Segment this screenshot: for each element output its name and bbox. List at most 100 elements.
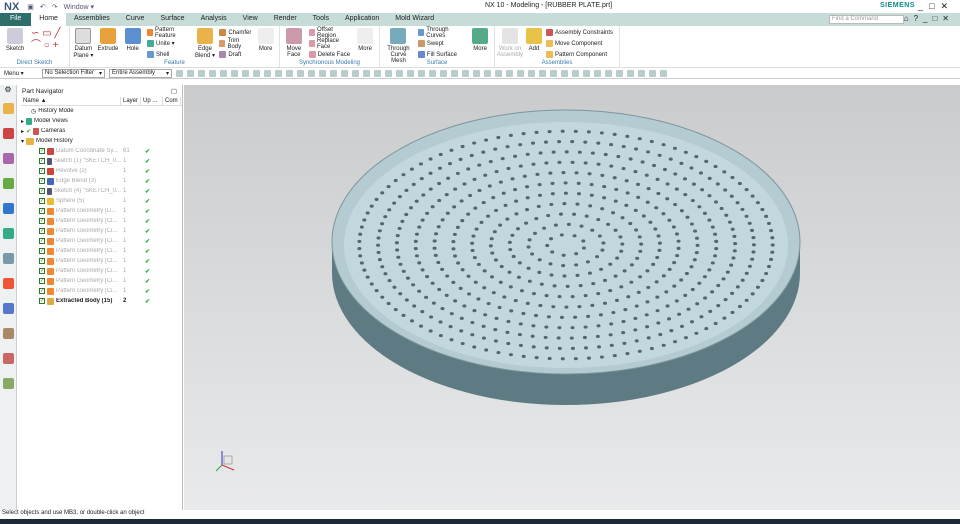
feature-row[interactable]: ✓ Pattern Geometry [Li... 1 ✔ [21, 206, 182, 216]
find-command-input[interactable]: Find a Command [829, 15, 904, 24]
checkbox[interactable]: ✓ [39, 148, 45, 154]
toolbar-tool-icon[interactable] [517, 69, 524, 77]
feature-row[interactable]: ✓ Edge Blend (3) 1 ✔ [21, 176, 182, 186]
toolbar-tool-icon[interactable] [539, 69, 546, 77]
feature-row[interactable]: ✓ Sketch (1) "SKETCH_0... 1 ✔ [21, 156, 182, 166]
window-menu[interactable]: Window ▾ [64, 3, 94, 11]
toolbar-tool-icon[interactable] [561, 69, 568, 77]
tab-surface[interactable]: Surface [152, 13, 192, 26]
window-controls[interactable]: _□✕ [918, 1, 954, 12]
collapse-icon[interactable]: ▾ [21, 138, 24, 145]
toolbar-tool-icon[interactable] [220, 69, 227, 77]
fill-surface-button[interactable]: Fill Surface [417, 50, 465, 59]
toolbar-tool-icon[interactable] [429, 69, 436, 77]
tab-curve[interactable]: Curve [118, 13, 153, 26]
checkbox[interactable]: ✓ [39, 278, 45, 284]
tab-view[interactable]: View [235, 13, 266, 26]
toolbar-tool-icon[interactable] [572, 69, 579, 77]
checkbox[interactable]: ✓ [39, 228, 45, 234]
column-comment[interactable]: Com [163, 97, 181, 105]
feature-row[interactable]: ✓ Sphere (5) 1 ✔ [21, 196, 182, 206]
toolbar-tool-icon[interactable] [264, 69, 271, 77]
toolbar-tool-icon[interactable] [407, 69, 414, 77]
pattern-component-button[interactable]: Pattern Component [546, 50, 613, 59]
column-layer[interactable]: Layer [121, 97, 141, 105]
toolbar-tool-icon[interactable] [495, 69, 502, 77]
reuse-library-icon[interactable] [3, 178, 14, 189]
tab-render[interactable]: Render [266, 13, 305, 26]
chamfer-button[interactable]: Chamfer [219, 28, 251, 37]
toolbar-tool-icon[interactable] [638, 69, 645, 77]
toolbar-tool-icon[interactable] [275, 69, 282, 77]
feature-row[interactable]: ✓ Datum Coordinate Sy... 61 ✔ [21, 146, 182, 156]
redo-icon[interactable]: ↷ [52, 3, 58, 11]
toolbar-tool-icon[interactable] [253, 69, 260, 77]
tree-item-cameras[interactable]: ▸ ✔ Cameras [21, 126, 182, 136]
feature-row[interactable]: ✓ Pattern Geometry [Ci... 1 ✔ [21, 216, 182, 226]
roles-icon[interactable] [3, 303, 14, 314]
toolbar-tool-icon[interactable] [616, 69, 623, 77]
replace-face-button[interactable]: Replace Face [308, 38, 351, 50]
tree-item-model-history[interactable]: ▾ Model History [21, 136, 182, 146]
graphics-window[interactable] [184, 85, 960, 510]
toolbar-tool-icon[interactable] [583, 69, 590, 77]
feature-row[interactable]: ✓ Extracted Body (15) 2 ✔ [21, 296, 182, 306]
checkbox[interactable]: ✓ [39, 188, 45, 194]
tree-item-history-mode[interactable]: ◷ History Mode [21, 106, 182, 116]
pattern-feature-button[interactable]: Pattern Feature [147, 27, 191, 39]
settings-icon[interactable]: ⚙ [0, 85, 16, 97]
trim-body-button[interactable]: Trim Body [219, 38, 251, 50]
checkbox[interactable]: ✓ [39, 158, 45, 164]
toolbar-tool-icon[interactable] [451, 69, 458, 77]
delete-face-button[interactable]: Delete Face [308, 50, 351, 59]
feature-row[interactable]: ✓ Pattern Geometry [Ci... 1 ✔ [21, 276, 182, 286]
tab-analysis[interactable]: Analysis [193, 13, 235, 26]
toolbar-tool-icon[interactable] [297, 69, 304, 77]
feature-row[interactable]: ✓ Pattern Geometry [Ci... 1 ✔ [21, 286, 182, 296]
tab-tools[interactable]: Tools [305, 13, 337, 26]
checkbox[interactable]: ✓ [39, 248, 45, 254]
through-curves-button[interactable]: Through Curves [417, 27, 465, 39]
tree-item-model-views[interactable]: ▸ Model Views [21, 116, 182, 126]
toolbar-tool-icon[interactable] [374, 69, 381, 77]
toolbar-tool-icon[interactable] [330, 69, 337, 77]
palette-icon[interactable] [3, 378, 14, 389]
toolbar-tool-icon[interactable] [484, 69, 491, 77]
checkbox[interactable]: ✓ [39, 268, 45, 274]
toolbar-tool-icon[interactable] [242, 69, 249, 77]
checkbox[interactable]: ✓ [39, 198, 45, 204]
expand-icon[interactable]: ▸ [21, 128, 24, 135]
checkbox[interactable]: ✓ [39, 218, 45, 224]
part-navigator-icon[interactable] [3, 153, 14, 164]
system-scenes-icon[interactable] [3, 328, 14, 339]
toolbar-tool-icon[interactable] [462, 69, 469, 77]
toolbar-tool-icon[interactable] [363, 69, 370, 77]
swept-button[interactable]: Swept [417, 39, 465, 48]
offset-region-button[interactable]: Offset Region [308, 27, 351, 39]
toolbar-tool-icon[interactable] [605, 69, 612, 77]
feature-row[interactable]: ✓ Pattern Geometry [Ci... 1 ✔ [21, 226, 182, 236]
column-up-to-date[interactable]: Up ... [141, 97, 163, 105]
toolbar-tool-icon[interactable] [396, 69, 403, 77]
feature-row[interactable]: ✓ Pattern Geometry [Ci... 1 ✔ [21, 266, 182, 276]
toolbar-tool-icon[interactable] [198, 69, 205, 77]
toolbar-tool-icon[interactable] [418, 69, 425, 77]
undo-icon[interactable]: ↶ [40, 3, 46, 11]
feature-row[interactable]: ✓ Pattern Geometry [Ci... 1 ✔ [21, 256, 182, 266]
toolbar-tool-icon[interactable] [528, 69, 535, 77]
toolbar-tool-icon[interactable] [473, 69, 480, 77]
toolbar-tool-icon[interactable] [187, 69, 194, 77]
toolbar-tool-icon[interactable] [627, 69, 634, 77]
tab-assemblies[interactable]: Assemblies [66, 13, 118, 26]
toolbar-tool-icon[interactable] [286, 69, 293, 77]
toolbar-tool-icon[interactable] [649, 69, 656, 77]
web-browser-icon[interactable] [3, 228, 14, 239]
toolbar-tool-icon[interactable] [341, 69, 348, 77]
toolbar-tool-icon[interactable] [594, 69, 601, 77]
feature-row[interactable]: ✓ Pattern Geometry [Ci... 1 ✔ [21, 246, 182, 256]
checkbox[interactable]: ✓ [39, 258, 45, 264]
assembly-navigator-icon[interactable] [3, 103, 14, 114]
assembly-constraints-button[interactable]: Assembly Constraints [546, 28, 613, 37]
checkbox[interactable]: ✓ [39, 288, 45, 294]
process-studio-icon[interactable] [3, 278, 14, 289]
